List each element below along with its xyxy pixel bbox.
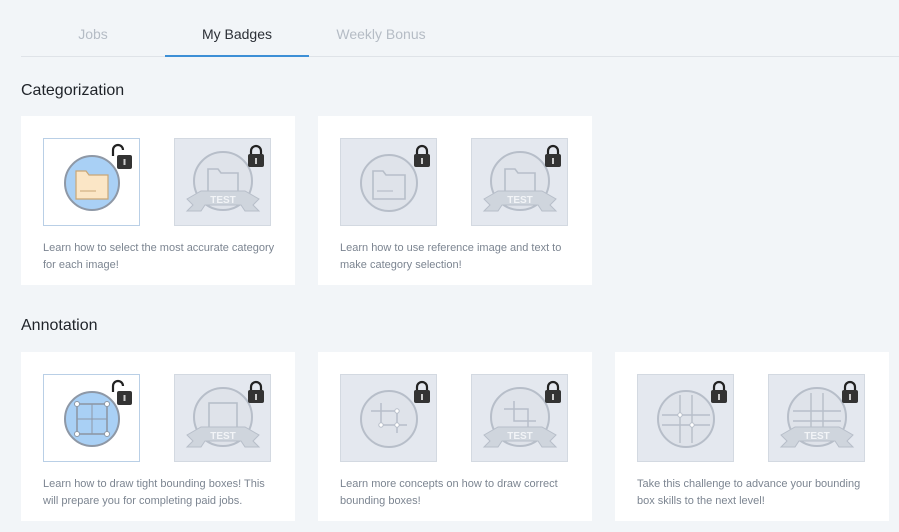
unlocked-padlock-icon — [111, 143, 132, 169]
padlock-icon — [248, 380, 264, 403]
badge-tile[interactable]: TEST — [471, 138, 568, 226]
tab-my-badges[interactable]: My Badges — [165, 0, 309, 57]
padlock-icon — [545, 144, 561, 167]
badge-ribbon-label: TEST — [210, 195, 236, 206]
padlock-icon — [545, 380, 561, 403]
section-title-categorization: Categorization — [21, 82, 125, 99]
badge-card: TEST Learn how to select the most accura… — [21, 116, 295, 285]
tab-bar: Jobs My Badges Weekly Bonus — [21, 0, 899, 57]
badge-tile[interactable] — [43, 138, 140, 226]
badge-description: Learn how to draw tight bounding boxes! … — [43, 478, 265, 507]
badge-card: TEST Take this challenge to advance your… — [615, 352, 889, 521]
badge-description: Learn more concepts on how to draw corre… — [340, 478, 558, 507]
badge-tile[interactable] — [340, 138, 437, 226]
badge-tile[interactable] — [340, 374, 437, 462]
section-title-annotation: Annotation — [21, 317, 98, 334]
badge-ribbon-label: TEST — [804, 431, 830, 442]
badge-ribbon-label: TEST — [507, 195, 533, 206]
badge-description: Learn how to select the most accurate ca… — [43, 242, 275, 271]
badge-card: TEST Learn how to draw tight bounding bo… — [21, 352, 295, 521]
badge-description: Learn how to use reference image and tex… — [340, 242, 562, 271]
badge-ribbon-label: TEST — [210, 431, 236, 442]
badge-tile[interactable] — [43, 374, 140, 462]
badge-tile[interactable]: TEST — [768, 374, 865, 462]
padlock-icon — [842, 380, 858, 403]
badge-tile[interactable]: TEST — [174, 374, 271, 462]
padlock-icon — [248, 144, 264, 167]
padlock-icon — [414, 144, 430, 167]
unlocked-padlock-icon — [111, 379, 132, 405]
badge-tile[interactable] — [637, 374, 734, 462]
tab-jobs[interactable]: Jobs — [21, 0, 165, 56]
tab-weekly-bonus[interactable]: Weekly Bonus — [309, 0, 453, 56]
badge-tile[interactable]: TEST — [174, 138, 271, 226]
badge-tile[interactable]: TEST — [471, 374, 568, 462]
badge-description: Take this challenge to advance your boun… — [637, 478, 861, 507]
badge-ribbon-label: TEST — [507, 431, 533, 442]
badge-card: TEST Learn more concepts on how to draw … — [318, 352, 592, 521]
badge-card: TEST Learn how to use reference image an… — [318, 116, 592, 285]
padlock-icon — [414, 380, 430, 403]
padlock-icon — [711, 380, 727, 403]
